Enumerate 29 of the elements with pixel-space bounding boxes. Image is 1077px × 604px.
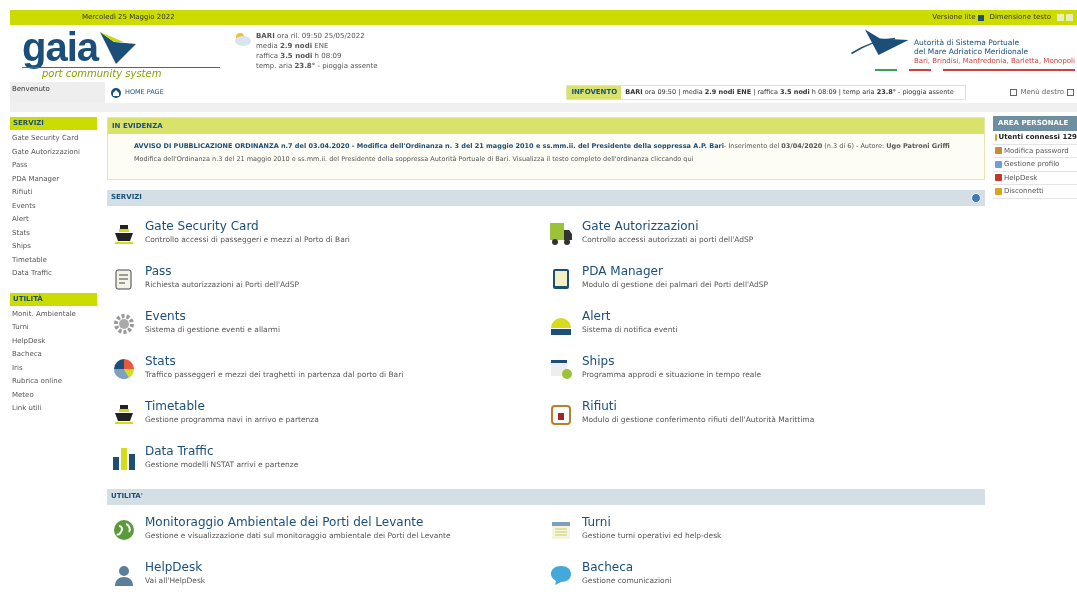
square-icon bbox=[977, 14, 984, 21]
service-link[interactable]: Turni bbox=[582, 514, 722, 530]
pie-chart-icon bbox=[112, 356, 136, 381]
service-link[interactable]: HelpDesk bbox=[145, 559, 206, 575]
flag-lines-icon bbox=[875, 69, 1075, 71]
service-link[interactable]: Pass bbox=[145, 263, 300, 279]
service-link[interactable]: Data Traffic bbox=[145, 443, 299, 459]
service-link[interactable]: Stats bbox=[145, 353, 404, 369]
logo-text: gaia bbox=[22, 27, 99, 67]
expand-icon[interactable] bbox=[1010, 89, 1018, 96]
service-link[interactable]: Gate Security Card bbox=[145, 218, 350, 234]
truck-icon bbox=[549, 221, 573, 246]
service-link[interactable]: Rifiuti bbox=[582, 398, 815, 414]
service-link[interactable]: Timetable bbox=[145, 398, 319, 414]
service-link[interactable]: Alert bbox=[582, 308, 678, 324]
expand-icon[interactable] bbox=[1067, 89, 1074, 96]
authority-logo-icon bbox=[849, 28, 910, 58]
bar-chart-icon bbox=[112, 446, 136, 471]
service-link[interactable]: Ships bbox=[582, 353, 762, 369]
service-link[interactable]: Events bbox=[145, 308, 280, 324]
wing-icon bbox=[98, 30, 139, 64]
service-link[interactable]: Monitoraggio Ambientale dei Porti del Levante bbox=[145, 514, 451, 530]
service-link[interactable]: Bacheca bbox=[582, 559, 672, 575]
logo-tagline: port community system bbox=[22, 67, 220, 79]
service-link[interactable]: Gate Autorizzazioni bbox=[582, 218, 754, 234]
weather-icon bbox=[232, 31, 252, 49]
service-link[interactable]: PDA Manager bbox=[582, 263, 769, 279]
home-icon bbox=[111, 87, 121, 98]
help-icon[interactable] bbox=[971, 192, 981, 203]
